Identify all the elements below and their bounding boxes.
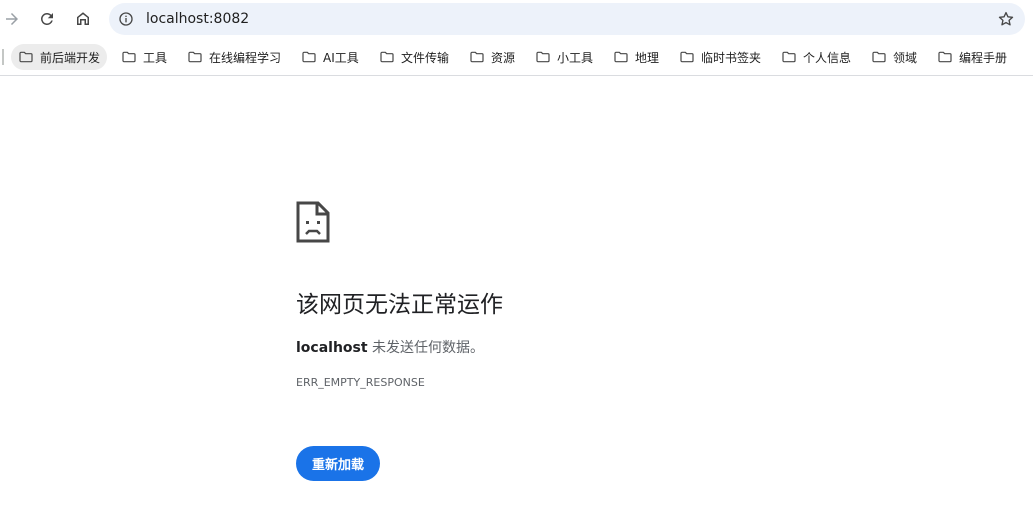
folder-icon (380, 51, 394, 63)
bookmark-folder[interactable]: 临时书签夹 (672, 44, 768, 70)
bookmark-label: 领域 (893, 50, 918, 65)
bookmark-label: AI工具 (323, 50, 359, 65)
reload-button[interactable]: 重新加载 (296, 446, 380, 481)
folder-icon (680, 51, 694, 63)
bookmark-folder[interactable]: 工具 (114, 44, 174, 70)
home-icon (77, 12, 89, 25)
bookmark-folder[interactable]: AI工具 (294, 44, 366, 70)
folder-icon (19, 51, 33, 63)
url-text[interactable]: localhost:8082 (146, 10, 249, 28)
folder-icon (122, 51, 136, 63)
bookmark-label: 地理 (635, 50, 660, 65)
back-button[interactable] (0, 6, 25, 32)
bookmark-folder[interactable]: 文件传输 (372, 44, 456, 70)
error-page: 该网页无法正常运作 localhost 未发送任何数据。 ERR_EMPTY_R… (0, 77, 1033, 510)
bookmarks-divider (2, 49, 4, 65)
folder-icon (938, 51, 952, 63)
bookmark-label: 资源 (491, 50, 516, 65)
folder-icon (470, 51, 484, 63)
folder-icon (614, 51, 628, 63)
error-description: localhost 未发送任何数据。 (296, 338, 484, 358)
bookmark-folder[interactable]: 在线编程学习 (180, 44, 288, 70)
arrow-back-icon (6, 13, 18, 25)
folder-icon (872, 51, 886, 63)
bookmark-label: 个人信息 (803, 50, 852, 65)
folder-icon (188, 51, 202, 63)
reload-toolbar-button[interactable] (34, 6, 60, 32)
info-icon[interactable] (118, 11, 134, 27)
bookmark-label: 编程手册 (959, 50, 1008, 65)
star-icon[interactable] (997, 10, 1015, 28)
home-button[interactable] (70, 6, 96, 32)
sad-page-icon (296, 201, 330, 243)
bookmark-label: 文件传输 (401, 50, 450, 65)
address-bar[interactable]: localhost:8082 (109, 3, 1025, 35)
browser-toolbar: localhost:8082 (0, 0, 1033, 38)
bookmark-folder[interactable]: 个人信息 (774, 44, 858, 70)
error-title: 该网页无法正常运作 (296, 292, 503, 318)
bookmark-folder[interactable]: 编程手册 (930, 44, 1014, 70)
bookmarks-bar: 前后端开发 工具 在线编程学习 AI工具 文件传输 资源 小工具 地理 临时书签夹 个人信息 领域 编… (0, 38, 1033, 76)
bookmark-folder[interactable]: 小工具 (528, 44, 600, 70)
folder-icon (302, 51, 316, 63)
folder-icon (782, 51, 796, 63)
bookmark-folder[interactable]: 资源 (462, 44, 522, 70)
bookmark-label: 前后端开发 (40, 50, 101, 65)
error-message: 未发送任何数据。 (367, 340, 485, 356)
bookmark-folder[interactable]: 前后端开发 (11, 44, 108, 70)
error-code: ERR_EMPTY_RESPONSE (296, 376, 425, 389)
bookmark-label: 临时书签夹 (701, 50, 762, 65)
bookmark-label: 小工具 (557, 50, 594, 65)
error-host: localhost (296, 340, 368, 356)
bookmark-label: 在线编程学习 (209, 50, 282, 65)
reload-icon (40, 12, 53, 25)
folder-icon (536, 51, 550, 63)
bookmark-label: 工具 (143, 50, 168, 65)
bookmark-folder[interactable]: 领域 (864, 44, 924, 70)
bookmark-folder[interactable]: 地理 (606, 44, 666, 70)
